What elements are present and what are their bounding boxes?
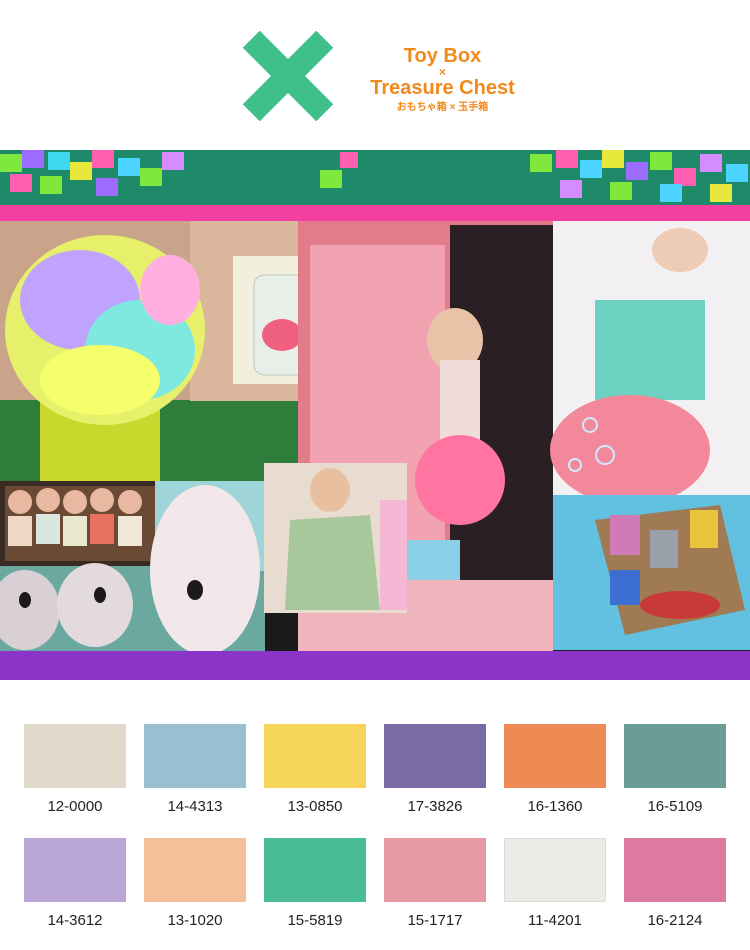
tin-robots-photo [553,495,750,650]
swatch-chip [264,724,366,788]
swatch-chip [624,838,726,902]
bubble-dancer-photo [550,221,750,505]
swatch-code: 14-3612 [47,912,103,929]
swatch-code: 15-5819 [287,912,343,929]
color-palette: 12-0000 14-4313 13-0850 17-3826 16-1360 16-51… [0,680,750,950]
swatch-chip [24,838,126,902]
color-swatch: 16-5109 [624,724,726,815]
swatch-chip [384,838,486,902]
color-swatch: 16-2124 [624,838,726,929]
subtitle: おもちゃ箱 × 玉手箱 [396,102,489,113]
swatch-code: 16-2124 [647,912,703,929]
swatch-chip [264,838,366,902]
swatch-chip [144,838,246,902]
swatch-code: 16-1360 [527,798,583,815]
swatch-code: 11-4201 [528,912,582,929]
color-swatch: 13-0850 [264,724,366,815]
color-swatch: 11-4201 [504,838,606,929]
color-swatch: 12-0000 [24,724,126,815]
kiss-woman-photo [264,463,407,613]
swatch-code: 17-3826 [407,798,463,815]
swatch-code: 16-5109 [647,798,703,815]
x-logo-icon [242,30,334,122]
swatch-code: 13-0850 [287,798,343,815]
swatch-code: 13-1020 [167,912,223,929]
swatch-chip [504,838,606,902]
doll-babies-photo [0,481,160,566]
title-block: Toy Box × Treasure Chest おもちゃ箱 × 玉手箱 [355,46,530,115]
lego-bricks-photo [0,150,750,205]
purple-band [0,651,750,680]
swatch-code: 12-0000 [47,798,103,815]
header: Toy Box × Treasure Chest おもちゃ箱 × 玉手箱 [0,0,750,150]
color-swatch: 15-5819 [264,838,366,929]
color-swatch: 14-4313 [144,724,246,815]
color-swatch: 13-1020 [144,838,246,929]
title-line-1: Toy Box [403,45,482,67]
color-swatch: 15-1717 [384,838,486,929]
swatch-chip [24,724,126,788]
color-swatch: 17-3826 [384,724,486,815]
swatch-chip [144,724,246,788]
pink-band [0,205,750,221]
color-swatch: 14-3612 [24,838,126,929]
swatch-code: 15-1717 [407,912,463,929]
swatch-chip [504,724,606,788]
title-line-2: Treasure Chest [370,77,515,99]
swatch-code: 14-4313 [167,798,223,815]
color-swatch: 16-1360 [504,724,606,815]
swatch-chip [384,724,486,788]
swatch-chip [624,724,726,788]
photo-collage [0,150,750,680]
